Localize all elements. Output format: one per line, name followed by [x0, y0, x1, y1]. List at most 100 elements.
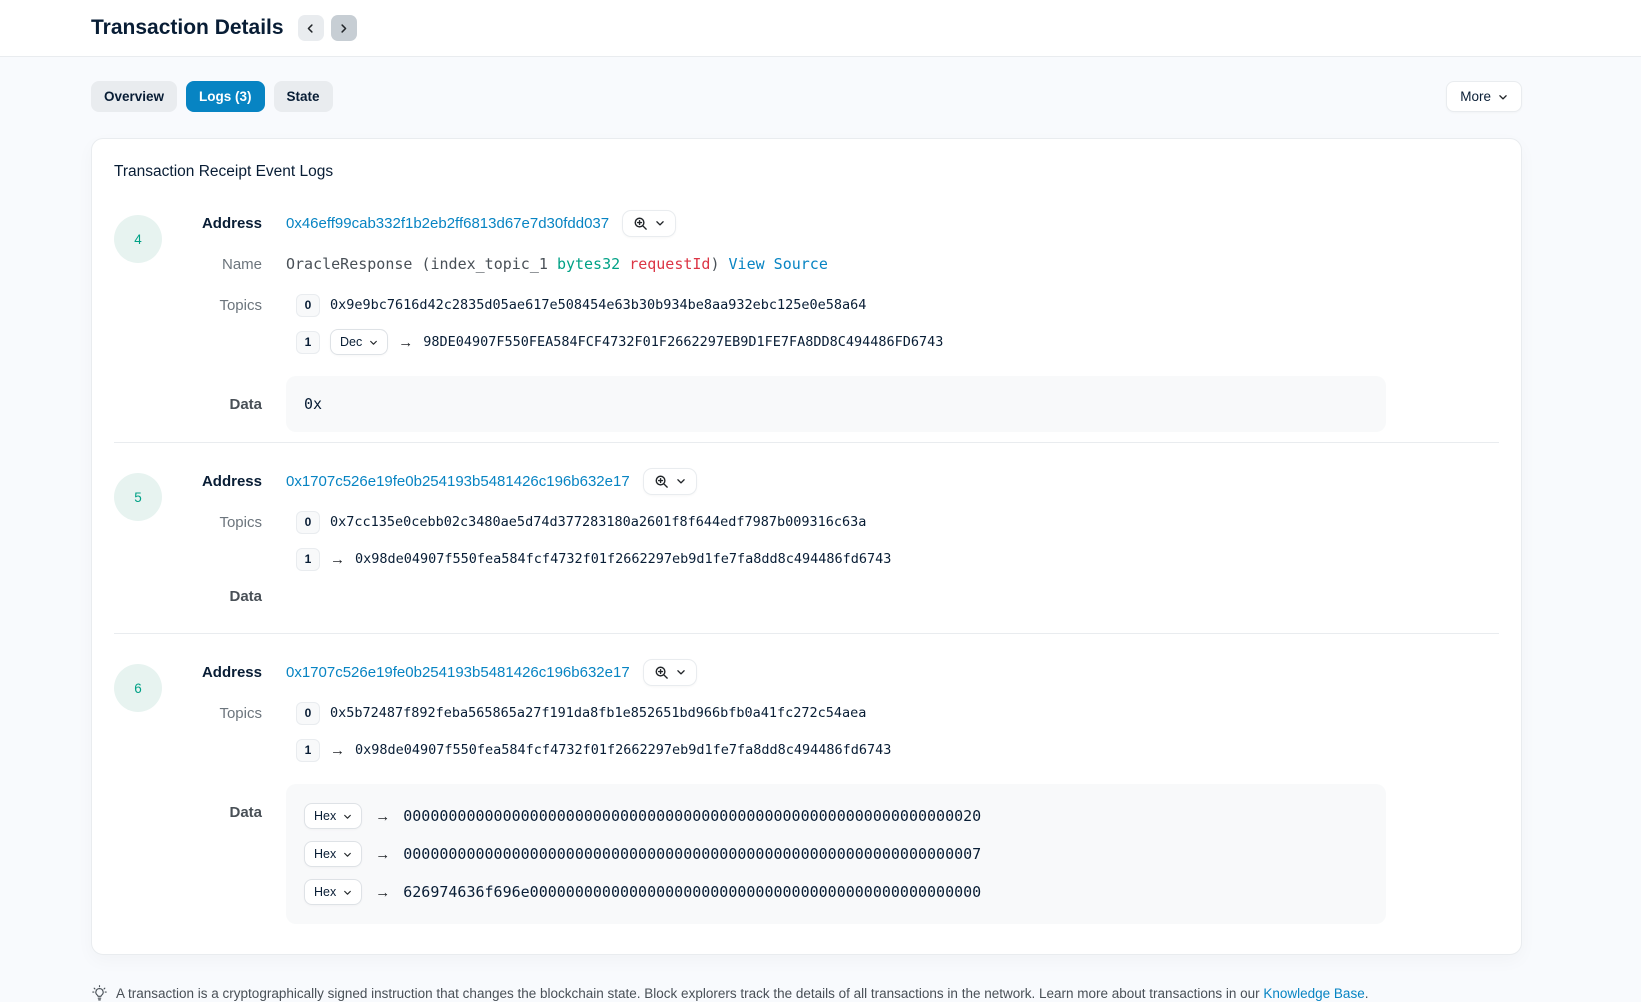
data-label: Data — [162, 588, 262, 605]
next-transaction-button[interactable] — [331, 15, 357, 41]
tab-list: Overview Logs (3) State — [91, 81, 333, 112]
data-format-dropdown[interactable]: Hex — [304, 879, 362, 905]
data-label: Data — [162, 396, 262, 413]
topic-row: Topics 0 0x7cc135e0cebb02c3480ae5d74d377… — [162, 508, 1499, 536]
log-entry: 6 Address 0x1707c526e19fe0b254193b548142… — [114, 658, 1499, 924]
address-label: Address — [162, 664, 262, 681]
topic-value: 0x98de04907f550fea584fcf4732f01f2662297e… — [355, 742, 891, 758]
address-zoom-dropdown-button[interactable] — [643, 659, 697, 686]
address-row: Address 0x46eff99cab332f1b2eb2ff6813d67e… — [162, 209, 1499, 237]
topic-index-badge: 1 — [296, 331, 320, 354]
data-word-value: 0000000000000000000000000000000000000000… — [403, 845, 981, 863]
data-row: Data 0x — [162, 376, 1499, 432]
log-divider — [114, 633, 1499, 634]
log-index-badge: 5 — [114, 473, 162, 521]
page-header: Transaction Details — [0, 0, 1641, 57]
card-title: Transaction Receipt Event Logs — [114, 163, 1499, 181]
data-label: Data — [162, 804, 262, 821]
log-data-box: 0x — [286, 376, 1386, 432]
contract-address-link[interactable]: 0x1707c526e19fe0b254193b5481426c196b632e… — [286, 473, 630, 490]
topic-index-badge: 0 — [296, 294, 320, 317]
event-name-and-topic: OracleResponse (index_topic_1 — [286, 255, 548, 273]
topic-value: 0x98de04907f550fea584fcf4732f01f2662297e… — [355, 551, 891, 567]
chevron-down-icon — [676, 667, 686, 677]
address-zoom-dropdown-button[interactable] — [643, 468, 697, 495]
address-label: Address — [162, 473, 262, 490]
topic-index-badge: 1 — [296, 739, 320, 762]
chevron-down-icon — [343, 850, 352, 859]
log-entry: 4 Address 0x46eff99cab332f1b2eb2ff6813d6… — [114, 209, 1499, 432]
data-format-label: Hex — [314, 847, 336, 861]
name-row: Name OracleResponse (index_topic_1 bytes… — [162, 250, 1499, 278]
data-row: Data — [162, 582, 1499, 610]
tab-logs[interactable]: Logs (3) — [186, 81, 265, 112]
chevron-down-icon — [676, 476, 686, 486]
arrow-right-icon: → — [330, 743, 345, 758]
view-source-link[interactable]: View Source — [729, 255, 828, 273]
topic-index-badge: 1 — [296, 548, 320, 571]
topic-value: 0x7cc135e0cebb02c3480ae5d74d377283180a26… — [330, 514, 866, 530]
topics-label: Topics — [162, 514, 262, 531]
data-format-dropdown[interactable]: Hex — [304, 803, 362, 829]
data-word-value: 0000000000000000000000000000000000000000… — [403, 807, 981, 825]
topic-row: 1 → 0x98de04907f550fea584fcf4732f01f2662… — [162, 736, 1499, 764]
param-name: requestId — [629, 255, 710, 273]
topic-row: 1 → 0x98de04907f550fea584fcf4732f01f2662… — [162, 545, 1499, 573]
param-type: bytes32 — [557, 255, 620, 273]
address-row: Address 0x1707c526e19fe0b254193b5481426c… — [162, 467, 1499, 495]
topic-index-badge: 0 — [296, 702, 320, 725]
chevron-right-icon — [338, 23, 349, 34]
log-data-box: Hex → 0000000000000000000000000000000000… — [286, 784, 1386, 924]
tab-state[interactable]: State — [274, 81, 333, 112]
topic-format-dropdown[interactable]: Dec — [330, 329, 388, 355]
arrow-right-icon: → — [398, 335, 413, 350]
topics-label: Topics — [162, 297, 262, 314]
name-label: Name — [162, 256, 262, 273]
footer-description: A transaction is a cryptographically sig… — [116, 986, 1263, 1001]
arrow-right-icon: → — [330, 552, 345, 567]
knowledge-base-link[interactable]: Knowledge Base — [1263, 986, 1364, 1001]
topic-index-badge: 0 — [296, 511, 320, 534]
footer-text: A transaction is a cryptographically sig… — [116, 986, 1368, 1001]
topic-value: 0x5b72487f892feba565865a27f191da8fb1e852… — [330, 705, 866, 721]
more-button-label: More — [1460, 89, 1491, 104]
data-word-value: 626974636f696e00000000000000000000000000… — [403, 883, 981, 901]
chevron-down-icon — [343, 888, 352, 897]
contract-address-link[interactable]: 0x46eff99cab332f1b2eb2ff6813d67e7d30fdd0… — [286, 215, 609, 232]
lightbulb-icon — [91, 985, 108, 1002]
log-entry: 5 Address 0x1707c526e19fe0b254193b548142… — [114, 467, 1499, 623]
magnifier-plus-icon — [654, 665, 669, 680]
log-index-badge: 4 — [114, 215, 162, 263]
event-logs-card: Transaction Receipt Event Logs 4 Address… — [91, 138, 1522, 955]
topic-value: 0x9e9bc7616d42c2835d05ae617e508454e63b30… — [330, 297, 866, 313]
data-row: Data Hex → 00000000000000000000000000000… — [162, 784, 1499, 924]
previous-transaction-button[interactable] — [298, 15, 324, 41]
topics-label: Topics — [162, 705, 262, 722]
data-format-label: Hex — [314, 885, 336, 899]
topic-format-label: Dec — [340, 335, 362, 349]
tabs-row: Overview Logs (3) State More — [91, 81, 1522, 112]
topic-row: 1 Dec → 98DE04907F550FEA584FCF4732F01F26… — [162, 328, 1499, 356]
log-divider — [114, 442, 1499, 443]
data-value: 0x — [304, 395, 322, 413]
tab-overview[interactable]: Overview — [91, 81, 177, 112]
address-label: Address — [162, 215, 262, 232]
topic-row: Topics 0 0x5b72487f892feba565865a27f191d… — [162, 699, 1499, 727]
more-dropdown-button[interactable]: More — [1446, 81, 1522, 112]
data-word-row: Hex → 0000000000000000000000000000000000… — [304, 841, 1368, 867]
page-title: Transaction Details — [91, 16, 284, 40]
chevron-left-icon — [305, 23, 316, 34]
pagination-nav — [298, 15, 357, 41]
contract-address-link[interactable]: 0x1707c526e19fe0b254193b5481426c196b632e… — [286, 664, 630, 681]
chevron-down-icon — [343, 812, 352, 821]
footer-period: . — [1365, 986, 1369, 1001]
data-format-dropdown[interactable]: Hex — [304, 841, 362, 867]
data-word-row: Hex → 626974636f696e00000000000000000000… — [304, 879, 1368, 905]
topic-value: 98DE04907F550FEA584FCF4732F01F2662297EB9… — [423, 334, 943, 350]
address-row: Address 0x1707c526e19fe0b254193b5481426c… — [162, 658, 1499, 686]
address-zoom-dropdown-button[interactable] — [622, 210, 676, 237]
arrow-right-icon: → — [375, 885, 390, 900]
arrow-right-icon: → — [375, 847, 390, 862]
signature-close-paren: ) — [710, 255, 719, 273]
magnifier-plus-icon — [633, 216, 648, 231]
